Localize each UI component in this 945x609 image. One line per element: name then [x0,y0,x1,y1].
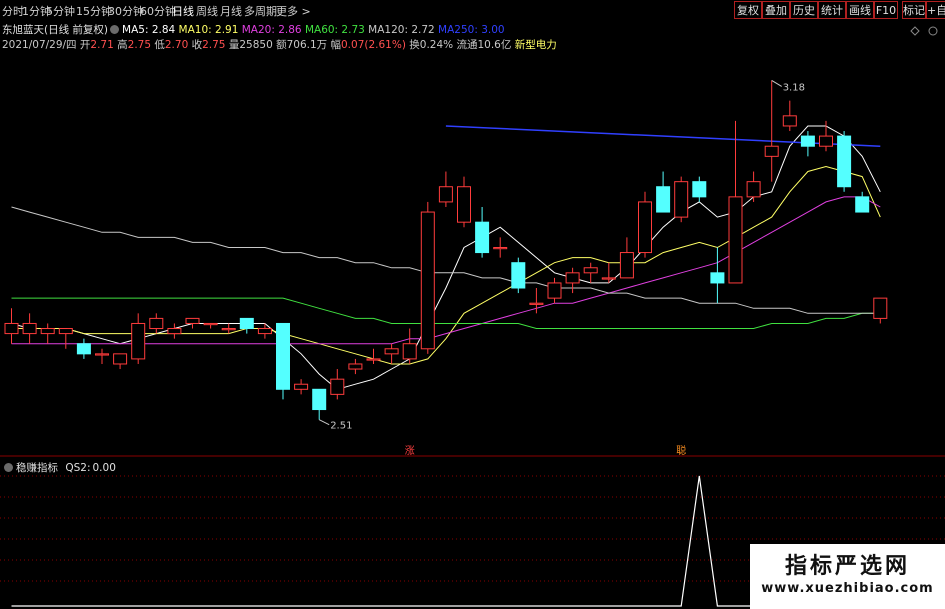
candle-body [529,302,544,305]
watermark-url: www.xuezhibiao.com [761,581,934,596]
candle-body [131,322,146,360]
low-marker-label: 2.51 [330,421,352,432]
candle-body [855,196,870,213]
candle-body [203,322,218,326]
candle-body [710,272,725,284]
candle-body [457,186,471,223]
candle-body [837,135,852,188]
ma-line-ma120 [11,206,881,314]
candle-body [692,181,707,198]
candle-body [40,328,55,335]
diamond-icon [910,26,920,36]
candle-body [493,247,508,250]
candle-body [257,328,272,335]
candle-body [547,282,562,299]
candle-body [746,181,761,198]
candle-body [565,272,580,284]
candle-body [330,378,345,395]
candle-body [728,196,743,284]
candle-body [782,115,797,127]
candle-body [511,262,526,289]
candle-body [475,221,490,254]
candle-body [4,322,19,335]
candle-body [113,353,128,365]
candle-body [764,145,779,157]
watermark-title: 指标严选网 [784,554,910,579]
watermark: 指标严选网 www.xuezhibiao.com [750,544,945,609]
candle-body [221,328,236,331]
ma-line-ma250 [445,125,881,147]
candle-body [638,201,652,254]
candle-body [583,267,598,274]
candle-body [312,388,327,411]
candle-body [601,277,616,280]
candle-body [58,328,73,335]
candle-body [873,297,888,319]
candle-body [149,317,164,330]
candle-body [438,186,453,203]
candle-body [402,343,417,360]
candle-body [22,322,37,335]
candle-body [819,135,833,147]
candle-body [366,358,381,361]
candle-body [95,353,109,356]
candle-body [185,317,200,324]
high-marker-label: 3.18 [783,82,805,93]
candle-body [276,322,290,390]
indicator-qs2-value: 0.00 [92,462,116,474]
low-marker-line [318,419,330,426]
ma-line-ma20 [11,196,881,345]
candle-body [420,211,435,350]
candle-body [167,328,182,335]
indicator-title-line: 稳赚指标 QS2: 0.00 [2,460,116,475]
candle-body [619,252,634,279]
candlestick-chart[interactable]: 3.18 2.51 涨 聪 [0,0,945,609]
candle-body [76,343,91,355]
high-marker-line [771,79,782,87]
candle-body [656,186,671,213]
candle-body [800,135,815,147]
indicator-qs2-label: QS2: [65,462,91,474]
settings-icon[interactable] [4,463,13,472]
circle-icon [928,26,938,36]
candle-body [294,383,309,390]
signal-label: 聪 [676,444,686,457]
signal-label: 涨 [405,445,415,457]
candle-body [674,181,689,218]
candle-body [348,363,363,370]
indicator-name: 稳赚指标 [16,462,58,474]
candle-body [239,317,254,330]
candle-body [384,348,399,355]
